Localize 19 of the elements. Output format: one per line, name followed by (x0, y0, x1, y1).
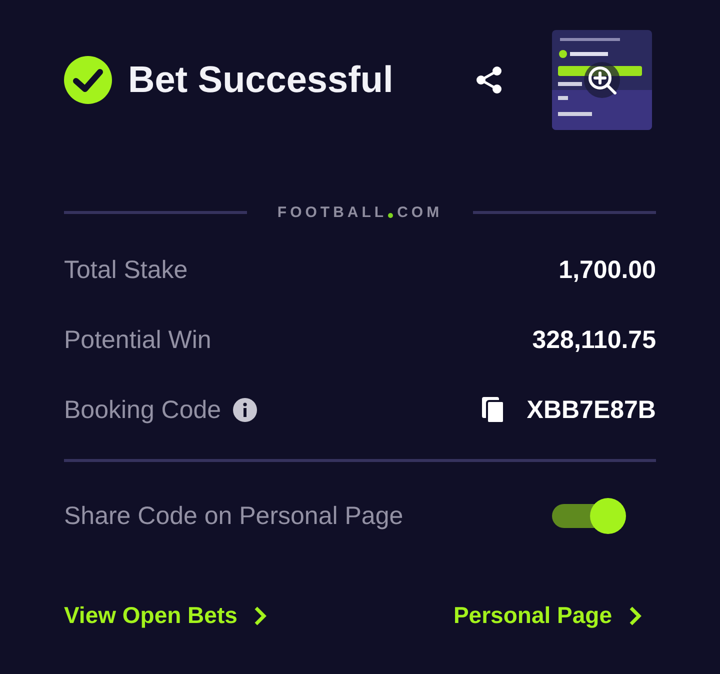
share-label: Share Code on Personal Page (64, 502, 404, 530)
detail-label: Potential Win (64, 326, 212, 354)
share-icon[interactable] (474, 65, 504, 95)
detail-value: 328,110.75 (532, 326, 656, 354)
check-circle-icon (64, 56, 112, 104)
zoom-in-icon[interactable] (586, 64, 618, 96)
detail-value: XBB7E87B (526, 396, 656, 424)
detail-value: 1,700.00 (558, 256, 656, 284)
detail-label: Booking Code (64, 396, 222, 424)
nav-link[interactable]: View Open Bets (64, 602, 268, 629)
brand-logo: FOOTBALL COM (277, 204, 443, 221)
info-icon[interactable] (233, 398, 258, 422)
copy-icon[interactable] (480, 396, 505, 424)
share-toggle[interactable] (550, 496, 626, 536)
chevron-right-icon (253, 604, 268, 626)
page-title: Bet Successful (128, 59, 394, 101)
detail-label: Total Stake (64, 256, 188, 284)
chevron-right-icon (628, 604, 642, 626)
nav-link[interactable]: Personal Page (453, 602, 642, 629)
